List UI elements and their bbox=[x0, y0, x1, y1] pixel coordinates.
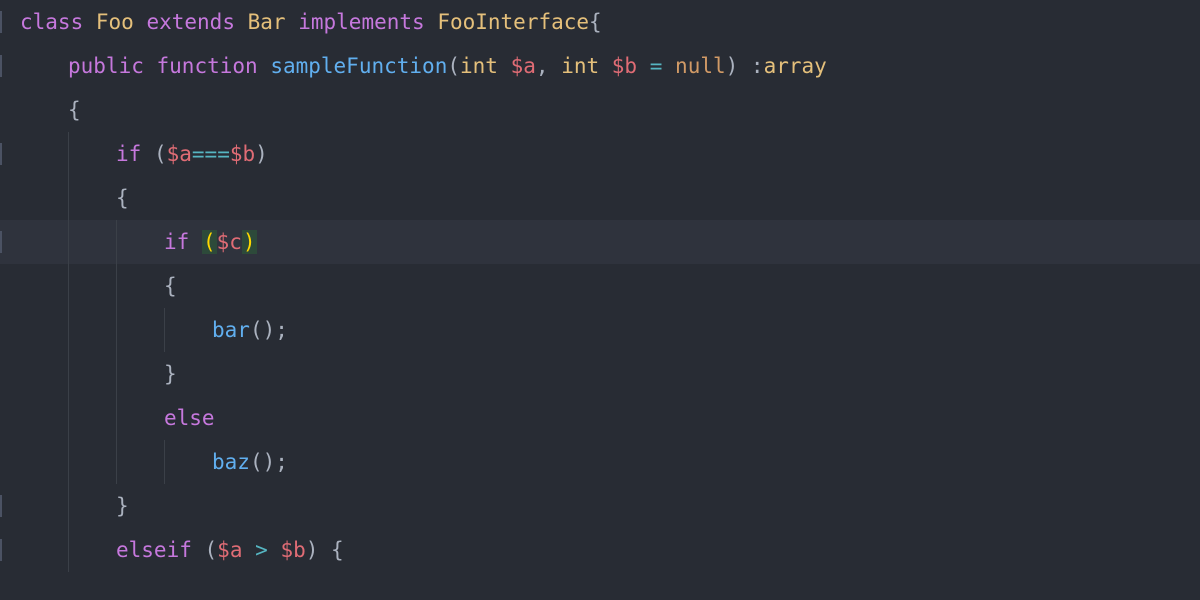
token-var: $a bbox=[511, 54, 536, 78]
token-var: $b bbox=[280, 538, 305, 562]
token-tok bbox=[83, 10, 96, 34]
token-tok bbox=[498, 54, 511, 78]
token-match-paren-green: ) bbox=[242, 230, 257, 254]
token-tok bbox=[144, 54, 157, 78]
token-punct: , bbox=[536, 54, 561, 78]
token-op: === bbox=[192, 142, 230, 166]
token-punct: ( bbox=[154, 142, 167, 166]
code-line[interactable]: bar(); bbox=[0, 308, 1200, 352]
token-type: int bbox=[561, 54, 599, 78]
token-punct: ( bbox=[447, 54, 460, 78]
token-punct: ) bbox=[255, 142, 268, 166]
token-tok bbox=[192, 538, 205, 562]
code-content: bar(); bbox=[20, 320, 288, 341]
token-punct: ) { bbox=[306, 538, 344, 562]
token-cls: FooInterface bbox=[437, 10, 589, 34]
code-content: { bbox=[20, 188, 129, 209]
code-content: } bbox=[20, 364, 177, 385]
token-var: $a bbox=[167, 142, 192, 166]
token-punct: ( bbox=[205, 538, 218, 562]
code-line[interactable]: elseif ($a > $b) { bbox=[0, 528, 1200, 572]
code-content: public function sampleFunction(int $a, i… bbox=[20, 56, 827, 77]
token-var: $b bbox=[230, 142, 255, 166]
token-kw: implements bbox=[298, 10, 424, 34]
token-tok bbox=[141, 142, 154, 166]
code-line[interactable]: } bbox=[0, 352, 1200, 396]
code-line[interactable]: { bbox=[0, 176, 1200, 220]
code-line[interactable]: { bbox=[0, 88, 1200, 132]
code-line[interactable]: if ($a===$b) bbox=[0, 132, 1200, 176]
token-fn: sampleFunction bbox=[270, 54, 447, 78]
token-punct: { bbox=[589, 10, 602, 34]
token-fn: bar bbox=[212, 318, 250, 342]
token-cls: Foo bbox=[96, 10, 134, 34]
token-else-kw: else bbox=[164, 406, 215, 430]
token-kw: function bbox=[157, 54, 258, 78]
code-line[interactable]: public function sampleFunction(int $a, i… bbox=[0, 44, 1200, 88]
code-line[interactable]: } bbox=[0, 484, 1200, 528]
gutter-fold-marker bbox=[0, 55, 2, 77]
token-match-paren-green: ( bbox=[202, 230, 217, 254]
token-tok bbox=[286, 10, 299, 34]
token-if-kw: if bbox=[164, 230, 189, 254]
code-line[interactable]: baz(); bbox=[0, 440, 1200, 484]
token-kw: class bbox=[20, 10, 83, 34]
token-tok bbox=[662, 54, 675, 78]
token-if-kw: if bbox=[116, 142, 141, 166]
code-content: baz(); bbox=[20, 452, 288, 473]
token-tok bbox=[258, 54, 271, 78]
code-line[interactable]: else bbox=[0, 396, 1200, 440]
code-content: if ($c) bbox=[20, 232, 257, 253]
code-content: { bbox=[20, 100, 81, 121]
code-content: { bbox=[20, 276, 177, 297]
token-punct: { bbox=[68, 98, 81, 122]
token-punct: } bbox=[164, 362, 177, 386]
token-kw: public bbox=[68, 54, 144, 78]
token-var: $a bbox=[217, 538, 242, 562]
token-tok bbox=[599, 54, 612, 78]
token-tok bbox=[425, 10, 438, 34]
token-type: array bbox=[764, 54, 827, 78]
code-editor[interactable]: class Foo extends Bar implements FooInte… bbox=[0, 0, 1200, 600]
token-var: $b bbox=[612, 54, 637, 78]
token-num-null: null bbox=[675, 54, 726, 78]
code-content: if ($a===$b) bbox=[20, 144, 268, 165]
code-content: class Foo extends Bar implements FooInte… bbox=[20, 12, 602, 33]
code-line[interactable]: { bbox=[0, 264, 1200, 308]
gutter-fold-marker bbox=[0, 11, 2, 33]
gutter-fold-marker bbox=[0, 539, 2, 561]
code-content: else bbox=[20, 408, 215, 429]
token-punct: ) : bbox=[726, 54, 764, 78]
token-punct: (); bbox=[250, 318, 288, 342]
token-punct: { bbox=[164, 274, 177, 298]
token-op: > bbox=[255, 538, 268, 562]
token-kw: extends bbox=[146, 10, 235, 34]
token-tok bbox=[189, 230, 202, 254]
token-op: = bbox=[650, 54, 663, 78]
token-type: int bbox=[460, 54, 498, 78]
token-punct: (); bbox=[250, 450, 288, 474]
code-content: } bbox=[20, 496, 129, 517]
token-if-kw: elseif bbox=[116, 538, 192, 562]
code-content: elseif ($a > $b) { bbox=[20, 540, 344, 561]
token-cls: Bar bbox=[248, 10, 286, 34]
gutter-fold-marker bbox=[0, 495, 2, 517]
token-tok bbox=[134, 10, 147, 34]
token-tok bbox=[637, 54, 650, 78]
token-cursor-var: $c bbox=[217, 230, 242, 254]
token-punct: } bbox=[116, 494, 129, 518]
token-tok bbox=[242, 538, 255, 562]
gutter-fold-marker bbox=[0, 143, 2, 165]
token-tok bbox=[268, 538, 281, 562]
gutter-fold-marker bbox=[0, 231, 2, 253]
code-line[interactable]: if ($c) bbox=[0, 220, 1200, 264]
code-line[interactable]: class Foo extends Bar implements FooInte… bbox=[0, 0, 1200, 44]
token-fn: baz bbox=[212, 450, 250, 474]
token-punct: { bbox=[116, 186, 129, 210]
token-tok bbox=[235, 10, 248, 34]
